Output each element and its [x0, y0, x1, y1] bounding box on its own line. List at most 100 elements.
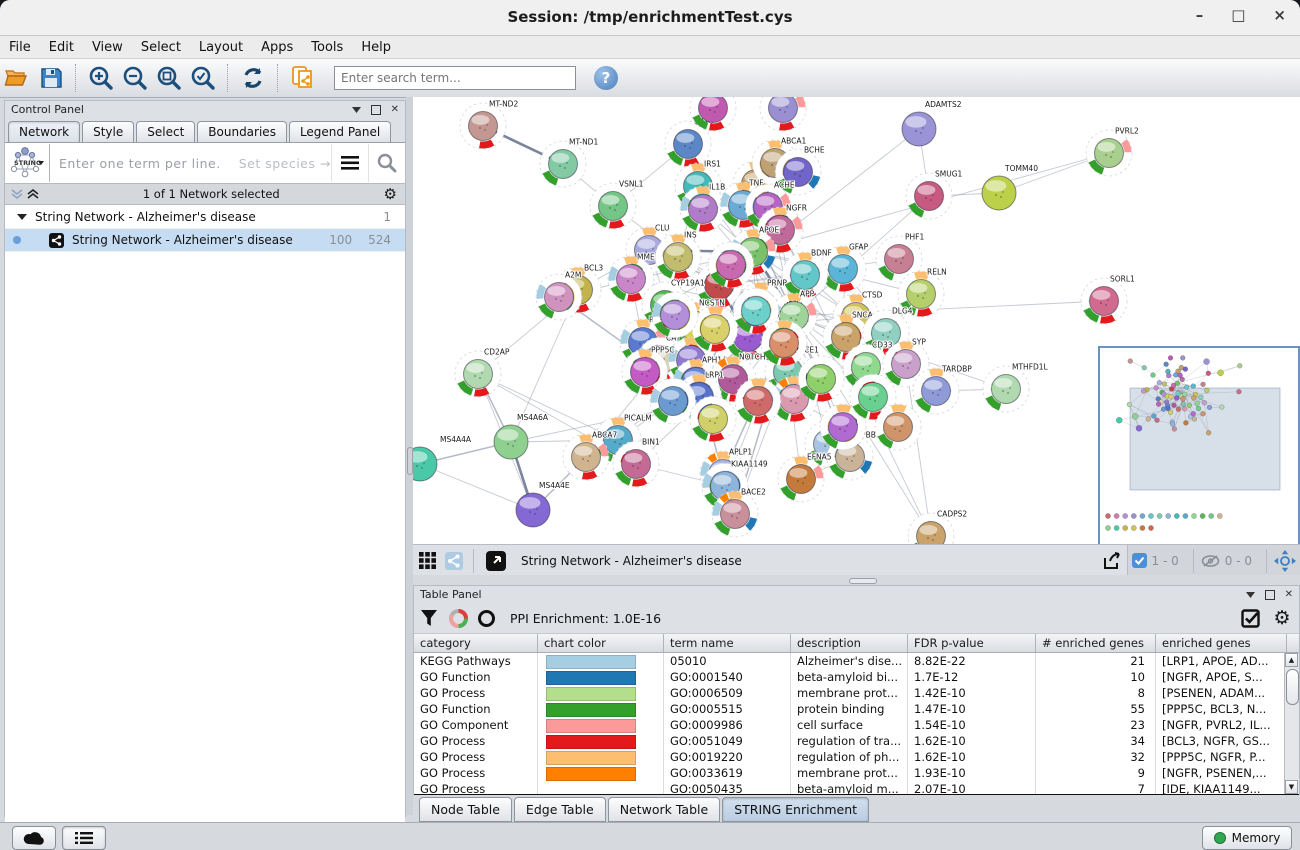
ring-chart-icon[interactable]: [472, 602, 500, 634]
menu-select[interactable]: Select: [132, 40, 190, 55]
column-header-term-name[interactable]: term name: [664, 634, 791, 652]
zoom-in-icon[interactable]: [84, 62, 118, 94]
zoom-selected-icon[interactable]: [186, 62, 220, 94]
minimize-button[interactable]: –: [1196, 6, 1204, 24]
task-history-button[interactable]: [62, 826, 106, 850]
close-panel-icon[interactable]: ✕: [391, 104, 399, 115]
column-header-enriched-genes[interactable]: enriched genes: [1156, 634, 1287, 652]
network-node-MT-ND2[interactable]: MT-ND2: [460, 100, 518, 150]
string-logo-dropdown[interactable]: STRING: [5, 144, 50, 182]
string-options-icon[interactable]: [331, 144, 368, 182]
save-session-icon[interactable]: [34, 62, 68, 94]
tab-network-table[interactable]: Network Table: [608, 797, 721, 822]
network-node-F12[interactable]: [875, 404, 921, 450]
panel-menu-icon[interactable]: [352, 107, 361, 113]
network-node-F14[interactable]: [760, 97, 806, 131]
column-header-fdr-p-value[interactable]: FDR p-value: [908, 634, 1036, 652]
network-tree-row[interactable]: String Network - Alzheimer's disease1005…: [5, 229, 405, 252]
string-search-placeholder[interactable]: Enter one term per line.Set species →: [50, 156, 331, 171]
network-list-gear-icon[interactable]: ⚙: [384, 187, 397, 202]
navigator-icon[interactable]: [1274, 550, 1296, 572]
network-node-F9[interactable]: [690, 396, 736, 442]
select-columns-icon[interactable]: [1235, 602, 1265, 634]
tab-network[interactable]: Network: [8, 121, 80, 142]
table-scrollbar[interactable]: ▲ ▼: [1284, 653, 1299, 794]
title-bar: Session: /tmp/enrichmentTest.cys – □ ×: [0, 0, 1300, 36]
network-canvas[interactable]: MT-ND2MT-ND1VSNL1GAB2IRS1CHATABCA1BCHEIL…: [413, 97, 1300, 544]
network-node-SMUG1[interactable]: SMUG1: [906, 170, 963, 220]
zoom-fit-icon[interactable]: [152, 62, 186, 94]
menu-layout[interactable]: Layout: [190, 40, 252, 55]
table-panel-menu-icon[interactable]: [1246, 592, 1255, 598]
menu-apps[interactable]: Apps: [252, 40, 302, 55]
clone-network-icon[interactable]: [286, 62, 320, 94]
network-node-MTHFD1L[interactable]: MTHFD1L: [983, 363, 1049, 413]
network-node-TOMM40[interactable]: TOMM40: [982, 164, 1038, 210]
refresh-icon[interactable]: [236, 62, 270, 94]
table-row[interactable]: GO ProcessGO:0006509membrane prot...1.42…: [414, 685, 1299, 701]
chart-icon[interactable]: [444, 602, 472, 634]
tab-node-table[interactable]: Node Table: [419, 797, 512, 822]
tab-edge-table[interactable]: Edge Table: [514, 797, 606, 822]
share-view-icon[interactable]: [441, 545, 467, 577]
memory-button[interactable]: Memory: [1202, 826, 1292, 850]
string-search-icon[interactable]: [368, 144, 405, 182]
network-node-MT-ND1[interactable]: MT-ND1: [540, 138, 598, 188]
tab-select[interactable]: Select: [136, 121, 195, 142]
tab-style[interactable]: Style: [82, 121, 134, 142]
table-row[interactable]: GO ProcessGO:0050435beta-amyloid m...2.0…: [414, 781, 1299, 794]
table-row[interactable]: GO FunctionGO:0001540beta-amyloid bi...1…: [414, 669, 1299, 685]
horizontal-splitter[interactable]: [413, 575, 1300, 585]
scroll-up-icon[interactable]: ▲: [1285, 653, 1298, 667]
menu-view[interactable]: View: [83, 40, 132, 55]
network-node-CADPS2[interactable]: CADPS2: [908, 510, 967, 545]
collapse-all-icon[interactable]: [11, 188, 23, 200]
network-node-ADAMTS2[interactable]: ADAMTS2: [902, 100, 962, 146]
column-header--enriched-genes[interactable]: # enriched genes: [1036, 634, 1156, 652]
collapse-triangle-icon[interactable]: [17, 214, 27, 220]
table-close-icon[interactable]: ✕: [1285, 589, 1293, 600]
table-float-icon[interactable]: [1265, 590, 1275, 600]
scroll-down-icon[interactable]: ▼: [1285, 780, 1298, 794]
network-node-SORL1[interactable]: SORL1: [1081, 275, 1135, 325]
table-row[interactable]: KEGG Pathways05010Alzheimer's dise...8.8…: [414, 653, 1299, 669]
close-button[interactable]: ×: [1273, 6, 1286, 24]
table-row[interactable]: GO FunctionGO:0005515protein binding1.47…: [414, 701, 1299, 717]
column-header-description[interactable]: description: [791, 634, 908, 652]
table-row[interactable]: GO ComponentGO:0009986cell surface1.54E-…: [414, 717, 1299, 733]
export-network-icon[interactable]: [1097, 545, 1127, 577]
table-row[interactable]: GO ProcessGO:0051049regulation of tra...…: [414, 733, 1299, 749]
vertical-splitter[interactable]: [406, 97, 413, 815]
detach-view-icon[interactable]: [481, 545, 511, 577]
search-input[interactable]: [334, 66, 576, 90]
grid-view-icon[interactable]: [413, 545, 441, 577]
tab-legend-panel[interactable]: Legend Panel: [289, 121, 391, 142]
network-node-EFNA5[interactable]: EFNA5: [778, 453, 832, 503]
table-row[interactable]: GO ProcessGO:0033619membrane prot...1.93…: [414, 765, 1299, 781]
help-icon[interactable]: ?: [594, 66, 618, 90]
tab-boundaries[interactable]: Boundaries: [197, 121, 287, 142]
network-node-VSNL1[interactable]: VSNL1: [590, 180, 644, 230]
zoom-out-icon[interactable]: [118, 62, 152, 94]
birdseye-view[interactable]: [1098, 346, 1300, 544]
menu-help[interactable]: Help: [352, 40, 400, 55]
table-settings-gear-icon[interactable]: ⚙: [1265, 602, 1299, 634]
network-node-CD2AP[interactable]: CD2AP: [455, 348, 510, 398]
tab-string-enrichment[interactable]: STRING Enrichment: [722, 797, 869, 822]
table-row[interactable]: GO ProcessGO:0019220regulation of ph...1…: [414, 749, 1299, 765]
maximize-button[interactable]: □: [1231, 6, 1245, 24]
menu-file[interactable]: File: [0, 40, 40, 55]
expand-all-icon[interactable]: [27, 188, 39, 200]
network-node-A2M[interactable]: A2M: [536, 271, 582, 321]
column-header-category[interactable]: category: [414, 634, 538, 652]
menu-tools[interactable]: Tools: [302, 40, 352, 55]
network-tree-row[interactable]: String Network - Alzheimer's disease1: [5, 206, 405, 229]
menu-edit[interactable]: Edit: [40, 40, 83, 55]
cloud-tasks-button[interactable]: [12, 826, 56, 850]
scroll-thumb[interactable]: [1286, 669, 1299, 705]
open-file-icon[interactable]: [0, 62, 34, 94]
filter-icon[interactable]: [414, 602, 444, 634]
network-node-PVRL2[interactable]: PVRL2: [1086, 127, 1139, 177]
column-header-chart-color[interactable]: chart color: [538, 634, 664, 652]
float-panel-icon[interactable]: [371, 105, 381, 115]
